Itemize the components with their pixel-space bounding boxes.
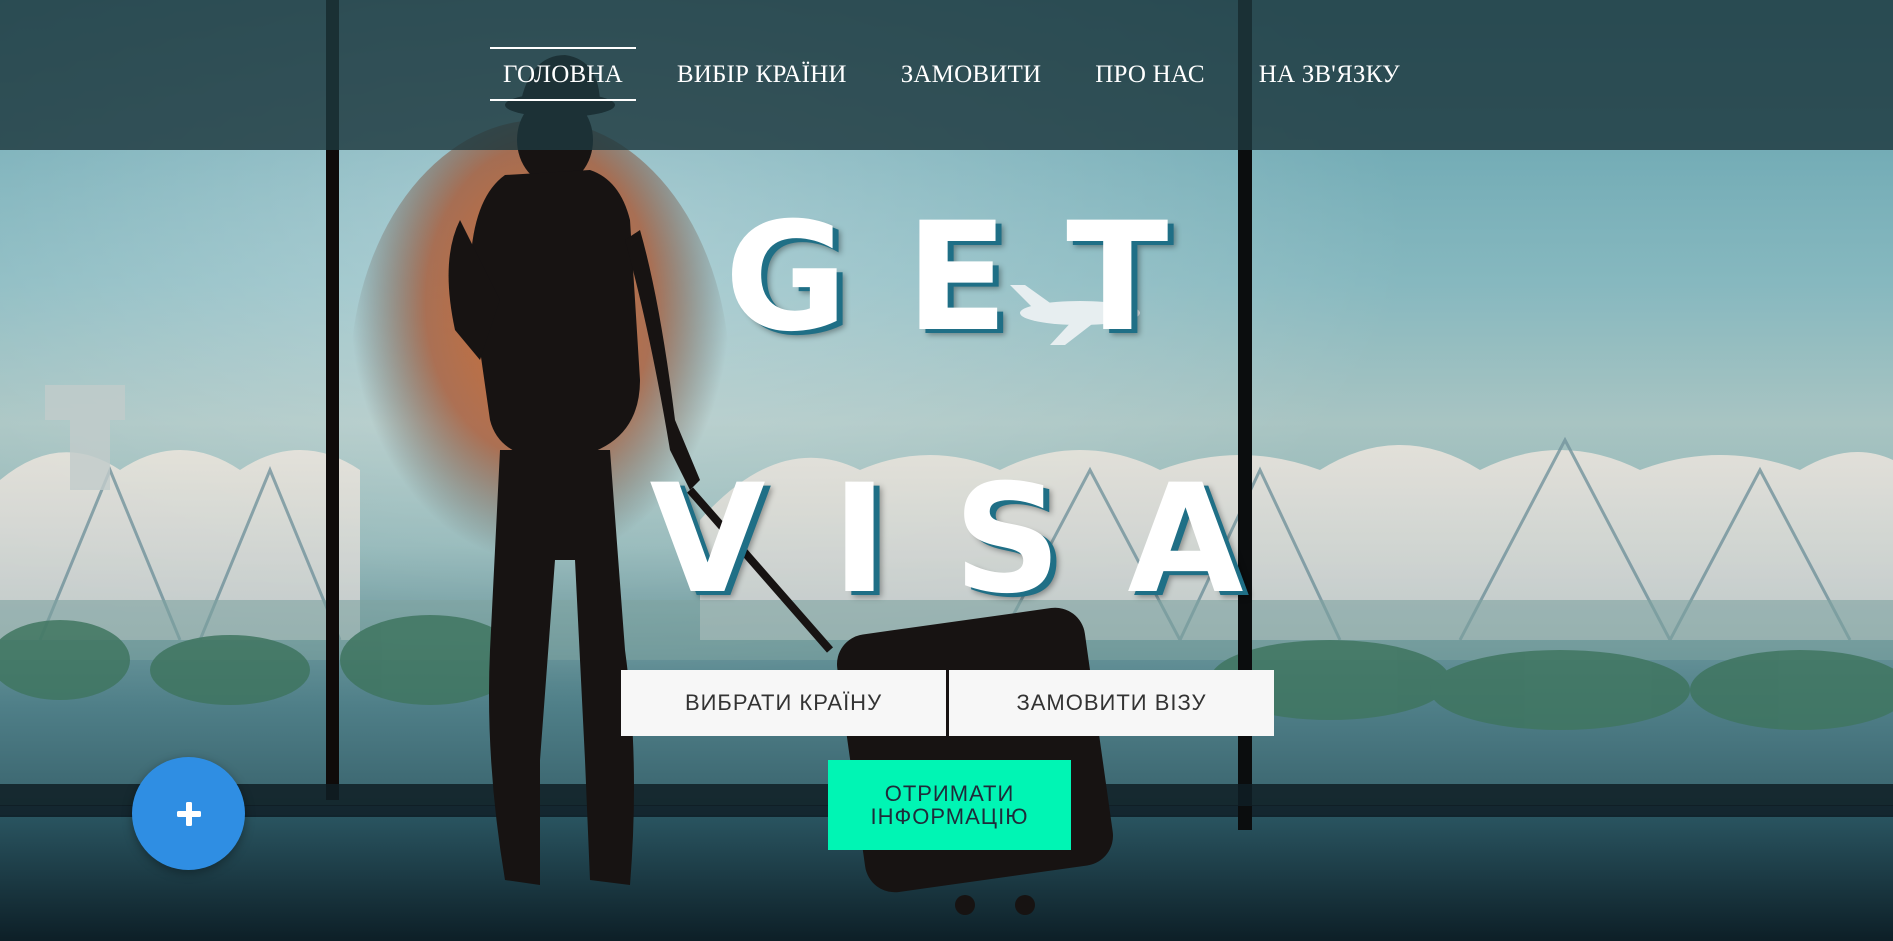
- hero-button-row: ВИБРАТИ КРАЇНУ ЗАМОВИТИ ВІЗУ: [621, 670, 1274, 736]
- main-nav: ГОЛОВНА ВИБІР КРАЇНИ ЗАМОВИТИ ПРО НАС НА…: [490, 47, 1441, 101]
- hero-title-line-2: VISA: [649, 453, 1310, 627]
- nav-item-about[interactable]: ПРО НАС: [1082, 47, 1218, 101]
- top-navigation-bar: ГОЛОВНА ВИБІР КРАЇНИ ЗАМОВИТИ ПРО НАС НА…: [0, 0, 1893, 150]
- floating-action-button[interactable]: [132, 757, 245, 870]
- choose-country-button[interactable]: ВИБРАТИ КРАЇНУ: [621, 670, 946, 736]
- nav-item-order[interactable]: ЗАМОВИТИ: [888, 47, 1055, 101]
- nav-item-home[interactable]: ГОЛОВНА: [490, 47, 636, 101]
- nav-item-contact[interactable]: НА ЗВ'ЯЗКУ: [1246, 47, 1413, 101]
- nav-item-country-choice[interactable]: ВИБІР КРАЇНИ: [664, 47, 860, 101]
- get-info-button[interactable]: ОТРИМАТИ ІНФОРМАЦІЮ: [828, 760, 1071, 850]
- plus-icon: [176, 801, 201, 826]
- order-visa-button[interactable]: ЗАМОВИТИ ВІЗУ: [949, 670, 1274, 736]
- hero-title-line-1: GET: [724, 191, 1227, 365]
- landing-page: ГОЛОВНА ВИБІР КРАЇНИ ЗАМОВИТИ ПРО НАС НА…: [0, 0, 1893, 941]
